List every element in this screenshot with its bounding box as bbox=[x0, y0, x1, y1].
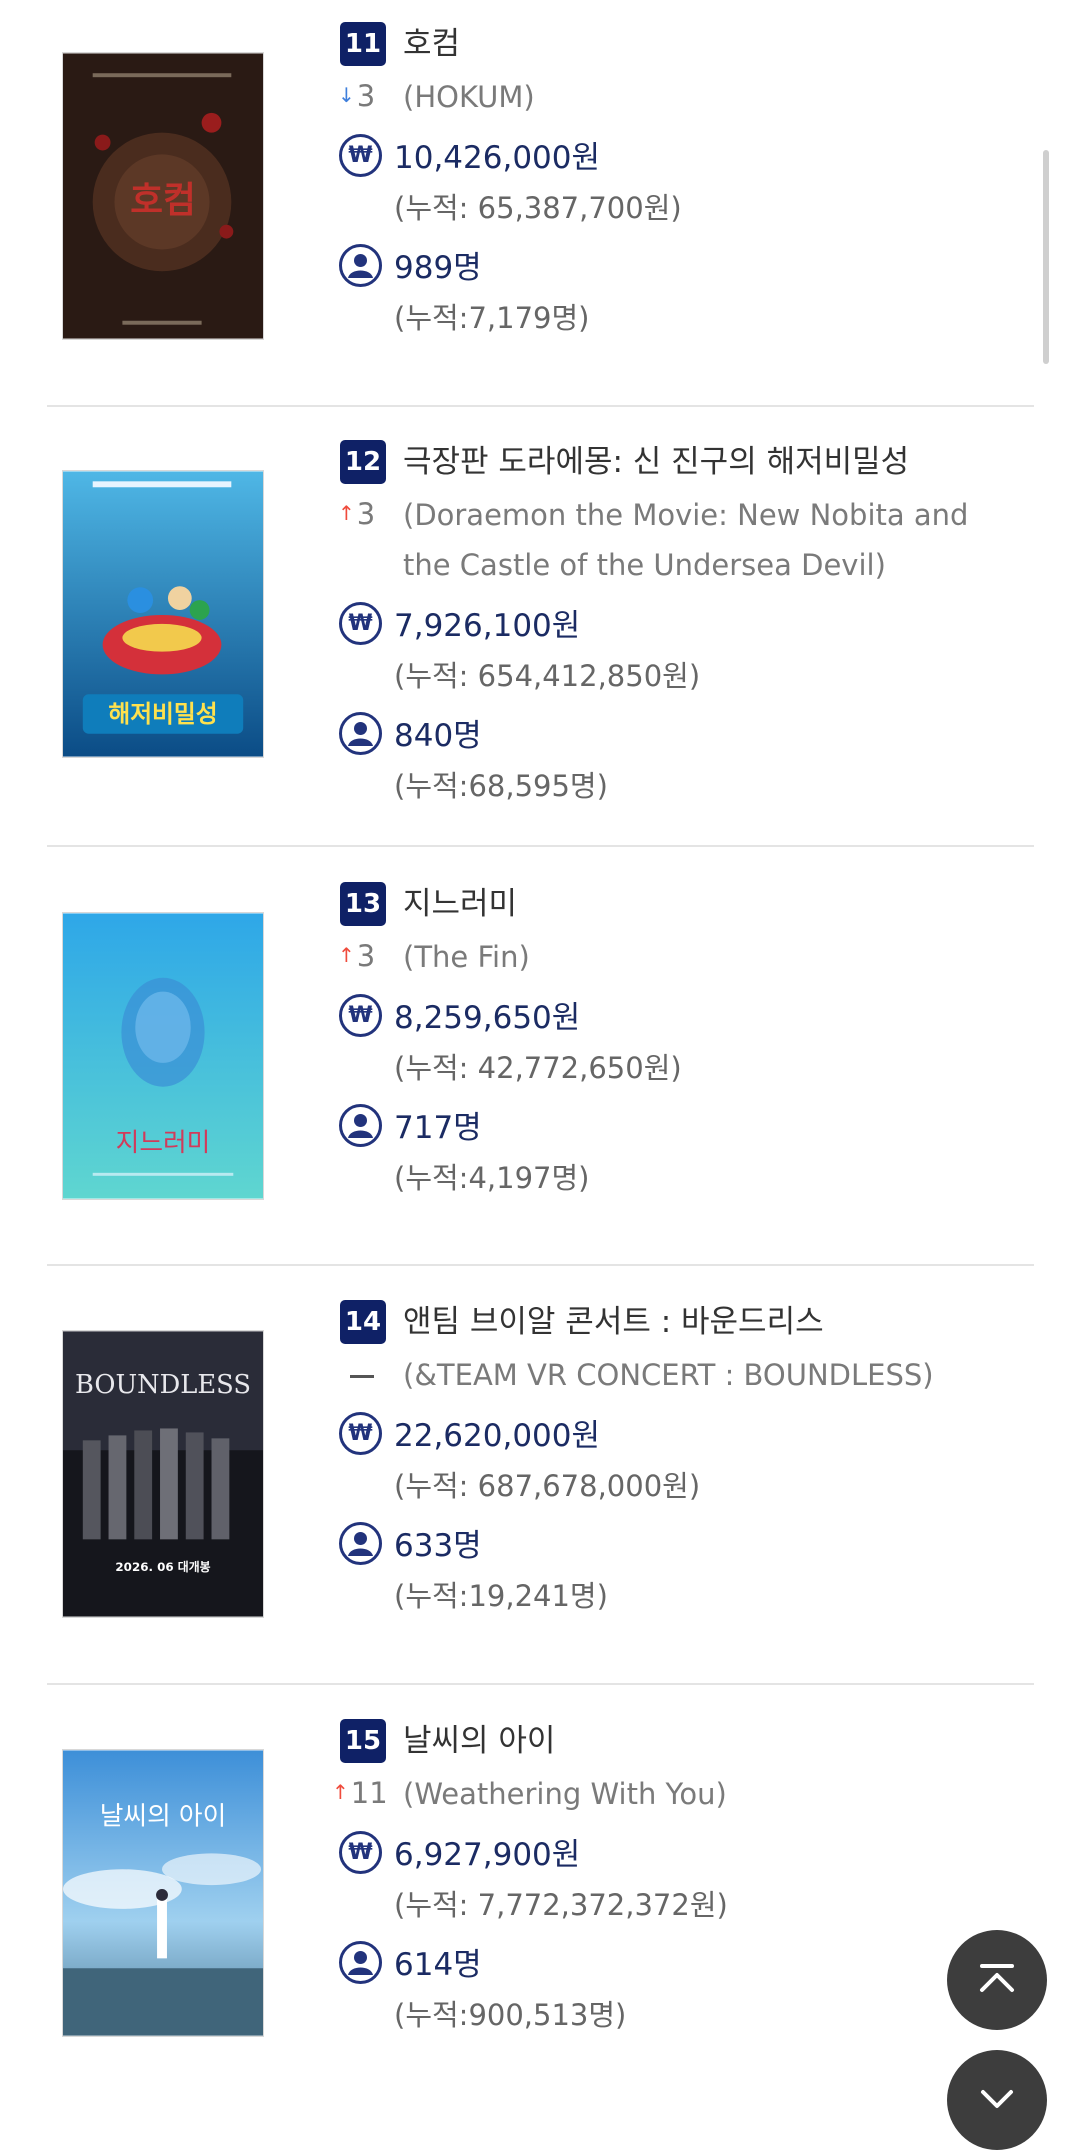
rank-badge: 14 bbox=[340, 1300, 386, 1344]
poster-title-text: 지느러미 bbox=[116, 1128, 211, 1158]
revenue-value: 22,620,000원 bbox=[394, 1418, 601, 1454]
rank-change-value: 3 bbox=[356, 497, 376, 531]
movie-poster[interactable]: 날씨의 아이 bbox=[62, 1749, 264, 2037]
person-icon bbox=[339, 1522, 382, 1565]
poster-title-text: 날씨의 아이 bbox=[100, 1802, 227, 1832]
audience-value: 717명 bbox=[394, 1110, 482, 1146]
divider bbox=[47, 405, 1034, 407]
won-icon: ₩ bbox=[339, 1831, 382, 1874]
rank-change: ↓3 bbox=[338, 74, 375, 118]
movie-title-ko[interactable]: 극장판 도라에몽: 신 진구의 해저비밀성 bbox=[403, 440, 909, 484]
movie-poster[interactable]: 지느러미 bbox=[62, 912, 264, 1200]
poster-subtext: 2026. 06 대개봉 bbox=[115, 1560, 210, 1574]
revenue-value: 6,927,900원 bbox=[394, 1837, 581, 1873]
won-icon: ₩ bbox=[339, 602, 382, 645]
person-icon bbox=[339, 1941, 382, 1984]
scroll-to-top-button[interactable] bbox=[947, 1930, 1047, 2030]
poster-title-text: BOUNDLESS bbox=[75, 1370, 251, 1400]
audience-value: 840명 bbox=[394, 718, 482, 754]
revenue-cumulative: (누적: 654,412,850원) bbox=[394, 659, 701, 693]
scroll-down-button[interactable] bbox=[947, 2050, 1047, 2150]
revenue-value: 7,926,100원 bbox=[394, 608, 581, 644]
audience-cumulative: (누적:7,179명) bbox=[394, 301, 590, 335]
rank-up-arrow-icon: ↑ bbox=[338, 501, 355, 525]
rank-change-value: 3 bbox=[356, 939, 376, 973]
revenue-value: 10,426,000원 bbox=[394, 140, 601, 176]
won-icon: ₩ bbox=[339, 134, 382, 177]
audience-value: 989명 bbox=[394, 250, 482, 286]
movie-title-en: (Doraemon the Movie: New Nobita and the … bbox=[403, 498, 969, 582]
person-icon bbox=[339, 244, 382, 287]
no-change-dash-icon bbox=[350, 1374, 374, 1378]
scroll-top-icon bbox=[980, 1964, 1014, 1992]
revenue-cumulative: (누적: 7,772,372,372원) bbox=[394, 1888, 728, 1922]
person-icon bbox=[339, 1104, 382, 1147]
won-icon: ₩ bbox=[339, 994, 382, 1037]
movie-poster[interactable]: 호컴 bbox=[62, 52, 264, 340]
revenue-cumulative: (누적: 687,678,000원) bbox=[394, 1469, 701, 1503]
rank-change bbox=[338, 1352, 374, 1396]
person-icon bbox=[339, 712, 382, 755]
movie-poster[interactable]: 해저비밀성 bbox=[62, 470, 264, 758]
rank-up-arrow-icon: ↑ bbox=[332, 1780, 349, 1804]
movie-title-en: (&TEAM VR CONCERT : BOUNDLESS) bbox=[403, 1358, 934, 1392]
divider bbox=[47, 1683, 1034, 1685]
rank-badge: 15 bbox=[340, 1719, 386, 1763]
revenue-cumulative: (누적: 65,387,700원) bbox=[394, 191, 682, 225]
movie-title-ko[interactable]: 날씨의 아이 bbox=[403, 1719, 555, 1763]
rank-up-arrow-icon: ↑ bbox=[338, 943, 355, 967]
movie-title-ko[interactable]: 지느러미 bbox=[403, 882, 517, 926]
rank-change-value: 11 bbox=[350, 1776, 388, 1810]
poster-title-text: 호컴 bbox=[130, 180, 196, 221]
revenue-cumulative: (누적: 42,772,650원) bbox=[394, 1051, 682, 1085]
audience-cumulative: (누적:68,595명) bbox=[394, 769, 608, 803]
divider bbox=[47, 845, 1034, 847]
rank-change: ↑3 bbox=[338, 492, 375, 536]
audience-value: 633명 bbox=[394, 1528, 482, 1564]
rank-change-value: 3 bbox=[356, 79, 376, 113]
poster-title-text: 해저비밀성 bbox=[108, 700, 217, 728]
movie-title-ko[interactable]: 앤팀 브이알 콘서트 : 바운드리스 bbox=[403, 1300, 824, 1344]
rank-change: ↑11 bbox=[332, 1771, 388, 1815]
audience-cumulative: (누적:19,241명) bbox=[394, 1579, 608, 1613]
movie-poster[interactable]: BOUNDLESS 2026. 06 대개봉 bbox=[62, 1330, 264, 1618]
rank-badge: 12 bbox=[340, 440, 386, 484]
movie-title-en: (The Fin) bbox=[403, 940, 530, 974]
rank-badge: 11 bbox=[340, 22, 386, 66]
rank-down-arrow-icon: ↓ bbox=[338, 83, 355, 107]
movie-title-en: (Weathering With You) bbox=[403, 1777, 727, 1811]
rank-badge: 13 bbox=[340, 882, 386, 926]
divider bbox=[47, 1264, 1034, 1266]
audience-value: 614명 bbox=[394, 1947, 482, 1983]
audience-cumulative: (누적:4,197명) bbox=[394, 1161, 590, 1195]
movie-title-en: (HOKUM) bbox=[403, 80, 535, 114]
audience-cumulative: (누적:900,513명) bbox=[394, 1998, 627, 2032]
movie-title-ko[interactable]: 호컴 bbox=[403, 22, 460, 66]
won-icon: ₩ bbox=[339, 1412, 382, 1455]
rank-change: ↑3 bbox=[338, 934, 375, 978]
scrollbar[interactable] bbox=[1043, 150, 1049, 364]
revenue-value: 8,259,650원 bbox=[394, 1000, 581, 1036]
chevron-down-icon bbox=[981, 2090, 1013, 2108]
